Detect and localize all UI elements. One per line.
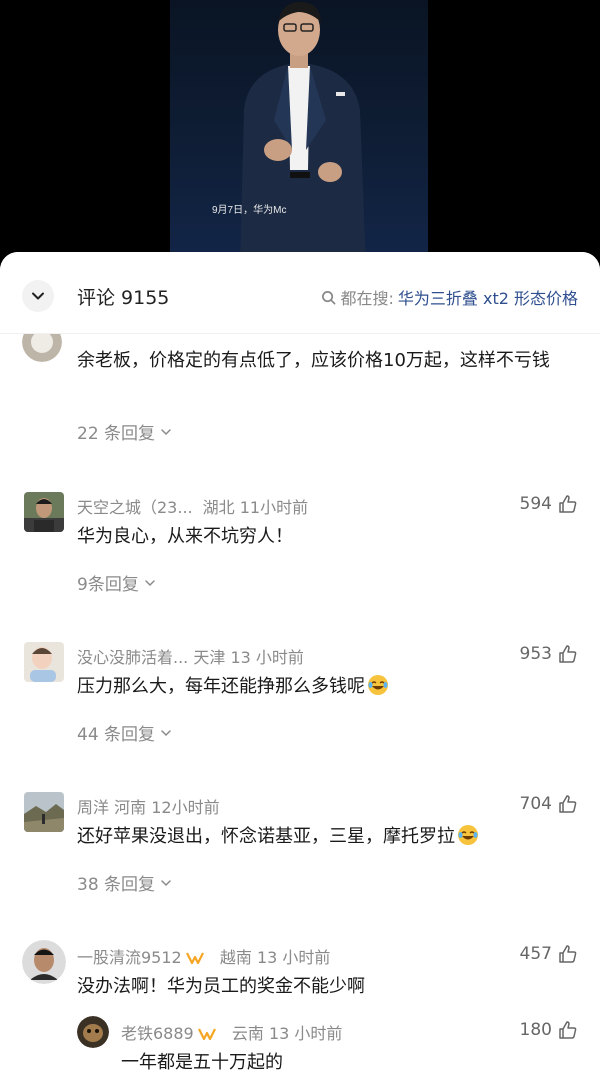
comment-meta: 天空之城（23... 湖北 11小时前 [77, 494, 308, 518]
like-button[interactable]: 953 [520, 644, 578, 664]
user-avatar[interactable] [24, 642, 64, 682]
reply-meta: 老铁6889 云南 13 小时前 [121, 1020, 342, 1044]
honor-badge-icon [185, 952, 204, 965]
location: 越南 [219, 948, 252, 967]
comment-text-body: 还好苹果没退出，怀念诺基亚，三星，摩托罗拉 [77, 826, 455, 847]
view-replies-button[interactable]: 44 条回复 [77, 720, 173, 745]
location: 云南 [231, 1024, 264, 1043]
thumbs-up-icon [559, 1021, 577, 1039]
username[interactable]: 天空之城（23... [77, 498, 193, 517]
thumbs-up-icon [559, 495, 577, 513]
comment-item: 余老板，价格定的有点低了，应该价格10万起，这样不亏钱 22 条回复 [0, 322, 600, 454]
view-replies-button[interactable]: 38 条回复 [77, 870, 173, 895]
username[interactable]: 没心没肺活着... [77, 648, 188, 667]
honor-badge-icon [197, 1028, 216, 1041]
comment-meta: 一股清流9512 越南 13 小时前 [77, 944, 330, 968]
trending-search-link[interactable]: 都在搜: 华为三折叠 xt2 形态价格 [321, 285, 578, 309]
chevron-down-icon [161, 428, 171, 435]
comment-meta: 没心没肺活着... 天津 13 小时前 [77, 644, 304, 668]
comment-item: 一股清流9512 越南 13 小时前 457 没办法啊！华为员工的奖金不能少啊 [0, 940, 600, 1020]
user-avatar[interactable] [77, 1016, 109, 1048]
like-button[interactable]: 457 [520, 944, 578, 964]
like-button[interactable]: 594 [520, 494, 578, 514]
user-avatar[interactable] [24, 492, 64, 532]
collapse-button[interactable] [22, 280, 54, 312]
view-replies-button[interactable]: 9条回复 [77, 570, 157, 595]
reply-text: 一年都是五十万起的 [121, 1052, 283, 1073]
video-caption: 9月7日，华为Mc [212, 205, 287, 216]
like-count: 704 [519, 794, 552, 814]
user-avatar[interactable] [22, 940, 66, 984]
thumbs-up-icon [559, 645, 577, 663]
laugh-cry-emoji [368, 675, 388, 695]
comment-text: 没办法啊！华为员工的奖金不能少啊 [77, 976, 365, 997]
view-replies-button[interactable]: 22 条回复 [77, 419, 173, 444]
comments-count-title: 评论 9155 [77, 287, 170, 309]
like-button[interactable]: 704 [520, 794, 578, 814]
reply-item: 老铁6889 云南 13 小时前 180 一年都是五十万起的 [0, 1014, 600, 1080]
speaker-figure [240, 2, 366, 268]
username[interactable]: 周洋 [77, 798, 109, 817]
timestamp: 11小时前 [239, 498, 309, 517]
location: 天津 [193, 648, 226, 667]
comment-text-body: 压力那么大，每年还能挣那么多钱呢 [77, 676, 365, 697]
comment-sheet-header: 评论 9155 都在搜: 华为三折叠 xt2 形态价格 [0, 252, 600, 334]
username[interactable]: 一股清流9512 [77, 948, 182, 967]
video-player[interactable]: 9月7日，华为Mc [0, 0, 600, 268]
comment-sheet: 评论 9155 都在搜: 华为三折叠 xt2 形态价格 余老板，价格定的有点低了… [0, 252, 600, 1080]
chevron-down-icon [161, 729, 171, 736]
like-button[interactable]: 180 [520, 1020, 578, 1040]
laugh-cry-emoji [458, 825, 478, 845]
replies-label: 44 条回复 [77, 725, 156, 745]
chevron-down-icon [32, 292, 44, 300]
location: 湖北 [202, 498, 235, 517]
video-frame: 9月7日，华为Mc [170, 0, 428, 268]
user-avatar[interactable] [24, 792, 64, 832]
like-count: 953 [519, 644, 552, 664]
chevron-down-icon [161, 879, 171, 886]
comment-text: 余老板，价格定的有点低了，应该价格10万起，这样不亏钱 [77, 350, 550, 371]
replies-label: 22 条回复 [77, 424, 156, 444]
timestamp: 12小时前 [151, 798, 220, 817]
comment-item: 周洋 河南 12小时前 704 还好苹果没退出，怀念诺基亚，三星，摩托罗拉 38… [0, 790, 600, 900]
timestamp: 13 小时前 [256, 948, 331, 967]
username[interactable]: 老铁6889 [121, 1024, 194, 1043]
search-icon [322, 290, 336, 304]
like-count: 457 [519, 944, 552, 964]
comment-text: 压力那么大，每年还能挣那么多钱呢 [77, 672, 577, 702]
like-count: 180 [519, 1020, 552, 1040]
thumbs-up-icon [559, 795, 577, 813]
comment-meta: 周洋 河南 12小时前 [77, 794, 220, 818]
comment-item: 天空之城（23... 湖北 11小时前 594 华为良心，从来不坑穷人！ 9条回复 [0, 490, 600, 600]
search-keyword: 华为三折叠 xt2 形态价格 [397, 289, 578, 308]
search-prefix: 都在搜: [340, 289, 394, 308]
comment-text: 还好苹果没退出，怀念诺基亚，三星，摩托罗拉 [77, 822, 577, 852]
location: 河南 [114, 798, 147, 817]
comment-item: 没心没肺活着... 天津 13 小时前 953 压力那么大，每年还能挣那么多钱呢… [0, 640, 600, 750]
thumbs-up-icon [559, 945, 577, 963]
comment-text: 华为良心，从来不坑穷人！ [77, 526, 293, 547]
replies-label: 9条回复 [77, 575, 139, 595]
timestamp: 13 小时前 [230, 648, 304, 667]
like-count: 594 [519, 494, 552, 514]
replies-label: 38 条回复 [77, 875, 156, 895]
timestamp: 13 小时前 [268, 1024, 343, 1043]
chevron-down-icon [145, 579, 155, 586]
